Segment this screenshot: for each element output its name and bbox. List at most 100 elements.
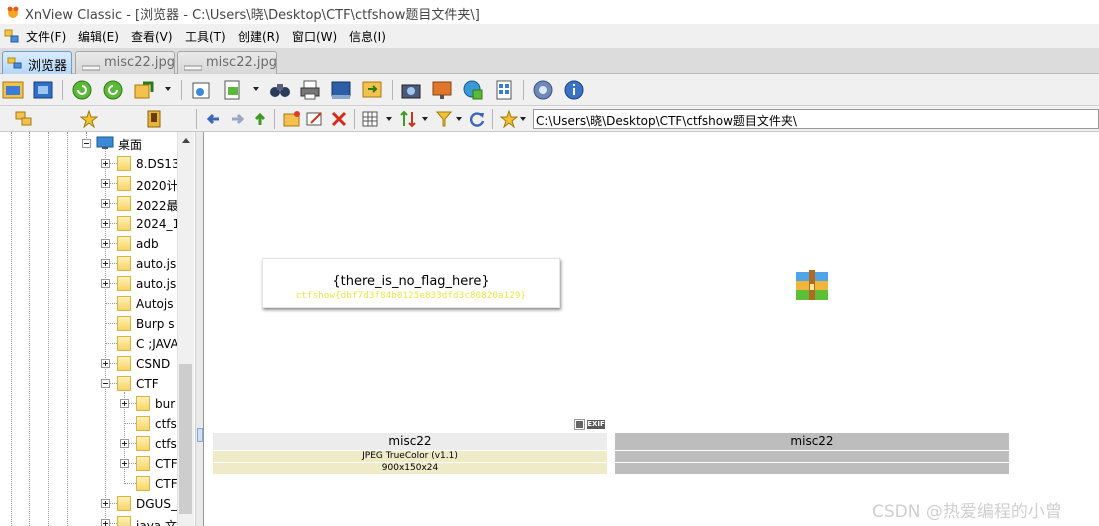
tab-image-2[interactable]: misc22.jpg bbox=[177, 51, 277, 74]
xnview-window: XnView Classic - [浏览器 - C:\Users\晓\Deskt… bbox=[0, 0, 1099, 526]
web-icon[interactable] bbox=[462, 79, 484, 101]
info-icon[interactable] bbox=[563, 79, 585, 101]
folder-tree: 桌面 8.DS13 2020计 2022最 2024_1 adb auto.js auto.… bbox=[0, 132, 195, 526]
menu-info[interactable]: 信息(I) bbox=[349, 28, 386, 45]
scanner-icon[interactable] bbox=[330, 79, 352, 101]
new-folder-icon[interactable] bbox=[283, 110, 301, 128]
toolbar-separator bbox=[196, 109, 197, 129]
sort-icon[interactable] bbox=[399, 110, 417, 128]
tab-image-1[interactable]: misc22.jpg bbox=[75, 51, 175, 74]
rotate-right-icon[interactable] bbox=[102, 79, 124, 101]
collapse-icon[interactable] bbox=[101, 379, 110, 388]
pane-splitter[interactable] bbox=[195, 132, 204, 526]
batch-icon[interactable] bbox=[221, 79, 243, 101]
delete-icon[interactable] bbox=[330, 110, 348, 128]
convert-icon[interactable] bbox=[133, 79, 155, 101]
tree-node-label: java 文 bbox=[136, 519, 177, 526]
wallpaper-icon[interactable] bbox=[431, 79, 453, 101]
toolbar-separator bbox=[392, 80, 393, 100]
menu-file[interactable]: 文件(F) bbox=[26, 28, 66, 45]
tree-node-label: auto.js bbox=[136, 257, 177, 271]
tree-node-label: Burp s bbox=[136, 317, 175, 331]
slideshow-icon[interactable] bbox=[361, 79, 383, 101]
expand-icon[interactable] bbox=[120, 439, 129, 448]
folder-icon bbox=[117, 196, 131, 211]
chevron-down-icon[interactable] bbox=[165, 87, 171, 91]
expand-icon[interactable] bbox=[101, 239, 110, 248]
expand-icon[interactable] bbox=[101, 159, 110, 168]
chevron-down-icon[interactable] bbox=[422, 117, 428, 121]
expand-icon[interactable] bbox=[101, 359, 110, 368]
expand-icon[interactable] bbox=[101, 179, 110, 188]
back-arrow-icon[interactable] bbox=[205, 110, 223, 128]
expand-icon[interactable] bbox=[120, 459, 129, 468]
open-folder-icon[interactable] bbox=[2, 79, 24, 101]
print-icon[interactable] bbox=[299, 79, 321, 101]
camera-icon[interactable] bbox=[400, 79, 422, 101]
chevron-down-icon[interactable] bbox=[386, 117, 392, 121]
settings-gear-icon[interactable] bbox=[532, 79, 554, 101]
thumbnail-flag-text: ctfshow{dbf7d3f84b0125e833dfd3c80820a129… bbox=[295, 291, 527, 301]
file-card-misc22-jpg[interactable]: misc22 JPEG TrueColor (v1.1) 900x150x24 bbox=[213, 433, 607, 474]
tab-browser[interactable]: 浏览器 bbox=[2, 51, 72, 74]
tree-branch-line bbox=[124, 483, 136, 484]
tree-node-label: 8.DS13 bbox=[136, 157, 177, 171]
binoculars-icon[interactable] bbox=[269, 79, 291, 101]
image-thumbnail[interactable]: {there_is_no_flag_here} ctfshow{dbf7d3f8… bbox=[262, 258, 560, 308]
tree-node-label: DGUS_ bbox=[136, 497, 177, 511]
scroll-thumb[interactable] bbox=[179, 364, 192, 514]
collapse-icon[interactable] bbox=[82, 139, 91, 148]
file-format: JPEG TrueColor (v1.1) bbox=[213, 451, 607, 462]
menu-window[interactable]: 窗口(W) bbox=[292, 28, 337, 45]
folders-pane-icon[interactable] bbox=[15, 110, 33, 128]
expand-icon[interactable] bbox=[101, 219, 110, 228]
expand-icon[interactable] bbox=[101, 499, 110, 508]
rename-icon[interactable] bbox=[306, 110, 324, 128]
fullscreen-icon[interactable] bbox=[32, 79, 54, 101]
menu-create[interactable]: 创建(R) bbox=[238, 28, 280, 45]
scroll-up-arrow-icon[interactable] bbox=[182, 138, 190, 143]
menu-bar: 文件(F) 编辑(E) 查看(V) 工具(T) 创建(R) 窗口(W) 信息(I… bbox=[0, 24, 1099, 48]
address-bar[interactable]: C:\Users\晓\Desktop\CTF\ctfshow题目文件夹\ bbox=[533, 109, 1099, 129]
chevron-down-icon[interactable] bbox=[520, 117, 526, 121]
contact-sheet-icon[interactable] bbox=[493, 79, 515, 101]
folder-icon bbox=[117, 276, 131, 291]
filter-icon[interactable] bbox=[435, 110, 453, 128]
rotate-left-icon[interactable] bbox=[71, 79, 93, 101]
tree-node-label: CTF bbox=[136, 377, 159, 391]
menu-view[interactable]: 查看(V) bbox=[131, 28, 173, 45]
capture-icon[interactable] bbox=[190, 79, 212, 101]
watermark: CSDN @热爱编程的小曾 bbox=[872, 502, 1062, 522]
menu-edit[interactable]: 编辑(E) bbox=[78, 28, 119, 45]
folder-icon bbox=[136, 476, 150, 491]
tree-branch-line bbox=[105, 323, 117, 324]
collapse-arrow-icon[interactable] bbox=[197, 428, 203, 442]
refresh-icon[interactable] bbox=[468, 110, 486, 128]
menu-app-icon[interactable] bbox=[4, 28, 20, 44]
tree-node-label: 桌面 bbox=[118, 138, 143, 152]
view-mode-icon[interactable] bbox=[361, 110, 379, 128]
archive-icon[interactable] bbox=[796, 270, 828, 302]
menu-tools[interactable]: 工具(T) bbox=[185, 28, 226, 45]
categories-pane-icon[interactable] bbox=[145, 110, 163, 128]
parent-folder-icon[interactable] bbox=[251, 110, 269, 128]
expand-icon[interactable] bbox=[120, 399, 129, 408]
main-toolbar bbox=[0, 74, 1099, 106]
expand-icon[interactable] bbox=[101, 519, 110, 526]
folder-icon bbox=[136, 436, 150, 451]
chevron-down-icon[interactable] bbox=[253, 87, 259, 91]
toolbar-separator bbox=[523, 80, 524, 100]
favorites-star-icon[interactable] bbox=[499, 109, 519, 129]
folder-icon bbox=[117, 176, 131, 191]
chevron-down-icon[interactable] bbox=[456, 117, 462, 121]
tree-node-label: C ;JAVA bbox=[136, 337, 177, 351]
tree-branch-line bbox=[105, 303, 117, 304]
forward-arrow-icon[interactable] bbox=[228, 110, 246, 128]
file-card-misc22-archive[interactable]: misc22 bbox=[615, 433, 1009, 474]
expand-icon[interactable] bbox=[101, 279, 110, 288]
file-name: misc22 bbox=[213, 433, 607, 450]
favorites-pane-icon[interactable] bbox=[79, 109, 99, 129]
expand-icon[interactable] bbox=[101, 259, 110, 268]
tree-node-label: CSND bbox=[136, 357, 171, 371]
expand-icon[interactable] bbox=[101, 199, 110, 208]
